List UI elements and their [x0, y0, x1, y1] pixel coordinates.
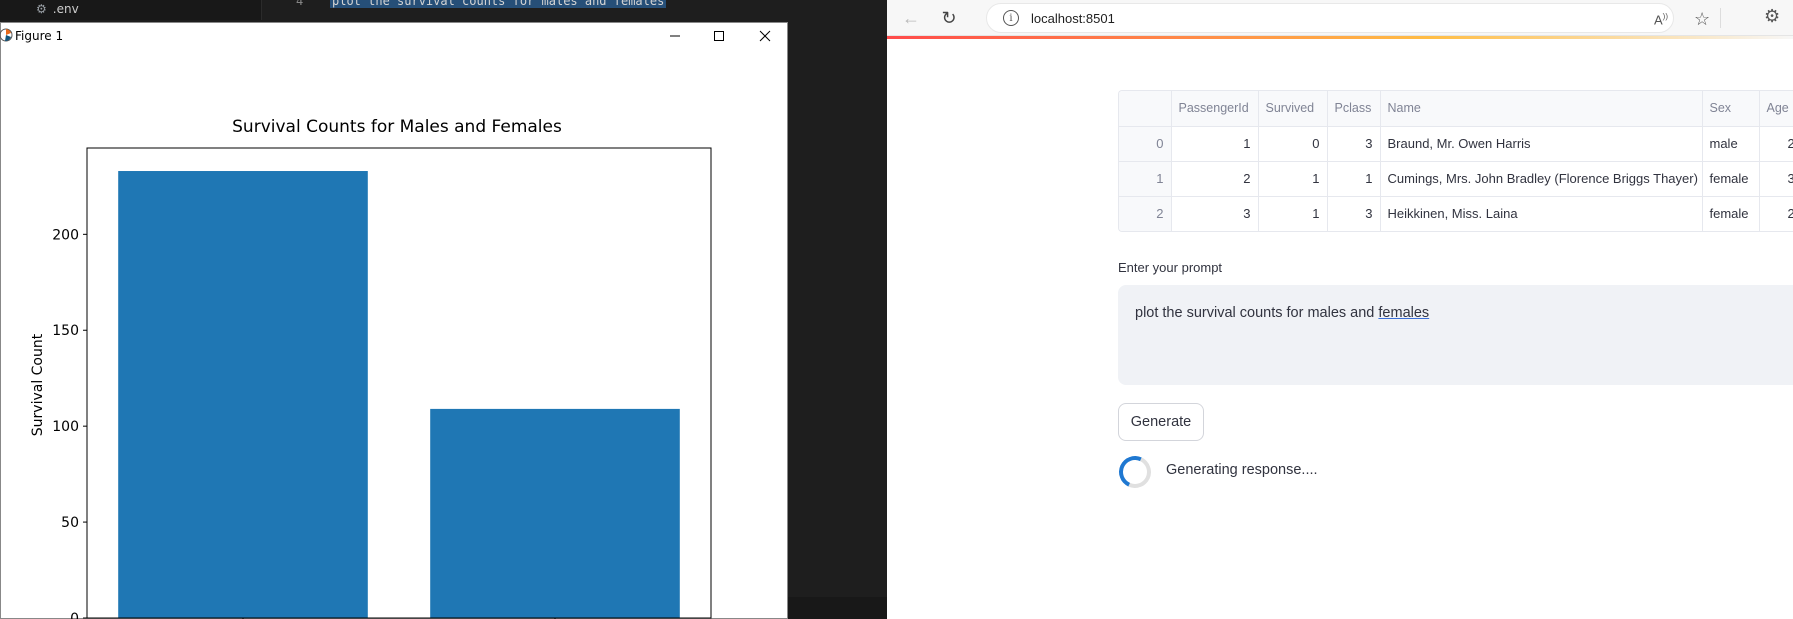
dataframe-table: PassengerId Survived Pclass Name Sex Age…: [1119, 91, 1793, 231]
table-cell[interactable]: 1: [1258, 161, 1328, 197]
back-button[interactable]: ←: [899, 6, 923, 30]
column-header[interactable]: Pclass: [1327, 91, 1381, 127]
reload-icon: ↻: [941, 7, 957, 28]
info-icon[interactable]: i: [1003, 10, 1019, 26]
y-tick-label: 150: [52, 323, 79, 339]
table-row[interactable]: 2 3 1 3 Heikkinen, Miss. Laina female 26: [1119, 196, 1793, 231]
close-icon: [759, 30, 771, 42]
y-axis-label: Survival Count: [30, 333, 46, 436]
column-header[interactable]: Sex: [1702, 91, 1760, 127]
table-row[interactable]: 1 2 1 1 Cumings, Mrs. John Bradley (Flor…: [1119, 161, 1793, 197]
gear-icon: ⚙: [36, 2, 47, 16]
code-line[interactable]: plot the survival counts for males and f…: [330, 0, 667, 8]
row-index: 0: [1119, 126, 1172, 162]
table-cell[interactable]: 1: [1258, 196, 1328, 231]
table-header-row: PassengerId Survived Pclass Name Sex Age: [1119, 91, 1793, 127]
explorer-file-label: .env: [52, 2, 79, 16]
table-cell[interactable]: 3: [1327, 126, 1381, 162]
table-cell[interactable]: Cumings, Mrs. John Bradley (Florence Bri…: [1380, 161, 1703, 197]
figure-window: Figure 1 Survival Counts for Males and F…: [0, 22, 788, 619]
column-header[interactable]: [1119, 91, 1172, 127]
column-header[interactable]: Age: [1759, 91, 1793, 127]
chart-title: Survival Counts for Males and Females: [232, 117, 562, 137]
table-cell[interactable]: Heikkinen, Miss. Laina: [1380, 196, 1703, 231]
table-cell[interactable]: 2: [1171, 161, 1259, 197]
bar-male: [430, 408, 680, 618]
minimize-button[interactable]: [653, 23, 697, 49]
browser-toolbar: ← ↻ i localhost:8501 A)) ☆ ⚙: [887, 0, 1793, 36]
maximize-icon: [714, 31, 724, 41]
table-cell[interactable]: 3: [1171, 196, 1259, 231]
minimize-icon: [670, 35, 680, 37]
loading-spinner-icon: [1114, 451, 1156, 493]
close-button[interactable]: [743, 23, 787, 49]
browser-window: ← ↻ i localhost:8501 A)) ☆ ⚙ PassengerId…: [887, 0, 1793, 619]
column-header[interactable]: Survived: [1258, 91, 1328, 127]
table-cell[interactable]: 22: [1759, 126, 1793, 162]
table-cell[interactable]: male: [1702, 126, 1760, 162]
y-tick-label: 200: [52, 227, 79, 243]
back-arrow-icon: ←: [902, 7, 920, 28]
bar-chart: Survival Counts for Males and Females Su…: [30, 117, 712, 619]
table-cell[interactable]: 3: [1327, 196, 1381, 231]
table-cell[interactable]: 38: [1759, 161, 1793, 197]
row-index: 1: [1119, 161, 1172, 197]
streamlit-progress-bar: [887, 36, 1793, 39]
settings-icon[interactable]: ⚙: [1764, 6, 1780, 27]
table-cell[interactable]: 1: [1171, 126, 1259, 162]
y-tick-label: 50: [61, 515, 79, 531]
prompt-text-spellcheck-word: females: [1378, 305, 1430, 321]
generate-button[interactable]: Generate: [1118, 403, 1204, 441]
table-cell[interactable]: female: [1702, 161, 1760, 197]
url-text[interactable]: localhost:8501: [1031, 11, 1115, 26]
line-number: 4: [296, 0, 304, 8]
prompt-text[interactable]: plot the survival counts for males and f…: [1135, 305, 1429, 321]
prompt-textarea[interactable]: plot the survival counts for males and f…: [1118, 285, 1793, 385]
matplotlib-logo-icon: [0, 28, 13, 42]
row-index: 2: [1119, 196, 1172, 231]
column-header[interactable]: PassengerId: [1171, 91, 1259, 127]
y-tick-label: 100: [52, 419, 79, 435]
maximize-button[interactable]: [697, 23, 741, 49]
figure-titlebar[interactable]: Figure 1: [0, 23, 787, 49]
star-icon[interactable]: ☆: [1694, 9, 1710, 30]
address-bar[interactable]: i localhost:8501 A)) ☆: [986, 3, 1710, 33]
panel-strip: [788, 597, 887, 619]
table-cell[interactable]: 26: [1759, 196, 1793, 231]
status-text: Generating response....: [1166, 462, 1318, 478]
prompt-text-prefix: plot the survival counts for males and: [1135, 305, 1379, 321]
column-header[interactable]: Name: [1380, 91, 1703, 127]
table-cell[interactable]: 0: [1258, 126, 1328, 162]
desktop: ⚙ .env 4 plot the survival counts for ma…: [0, 0, 1793, 619]
table-cell[interactable]: Braund, Mr. Owen Harris: [1380, 126, 1703, 162]
figure-title: Figure 1: [15, 29, 64, 43]
explorer-panel: ⚙ .env: [0, 0, 262, 20]
dataframe[interactable]: PassengerId Survived Pclass Name Sex Age…: [1118, 90, 1793, 232]
bar-female: [118, 171, 368, 618]
table-cell[interactable]: female: [1702, 196, 1760, 231]
y-tick-label: 0: [70, 611, 79, 619]
read-aloud-icon[interactable]: A)): [1654, 12, 1668, 27]
table-row[interactable]: 0 1 0 3 Braund, Mr. Owen Harris male 22: [1119, 126, 1793, 162]
prompt-label: Enter your prompt: [1118, 260, 1223, 275]
toolbar-divider: [1720, 8, 1721, 28]
explorer-file-item[interactable]: ⚙ .env: [36, 2, 79, 16]
reload-button[interactable]: ↻: [937, 6, 961, 30]
table-cell[interactable]: 1: [1327, 161, 1381, 197]
